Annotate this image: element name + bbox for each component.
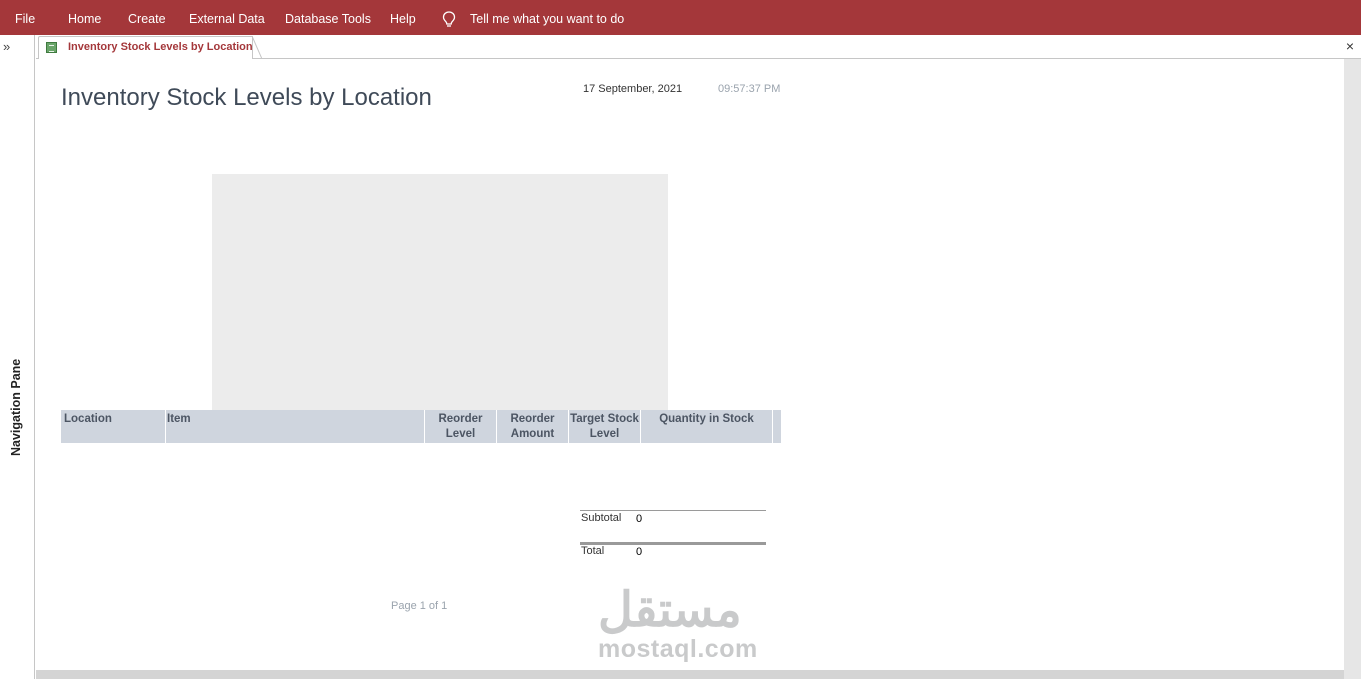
column-header-item: Item xyxy=(166,410,425,443)
menu-external-data[interactable]: External Data xyxy=(189,0,265,35)
total-divider xyxy=(580,542,766,545)
total-value: 0 xyxy=(636,546,643,558)
menu-file[interactable]: File xyxy=(15,0,35,35)
tell-me-box[interactable]: Tell me what you want to do xyxy=(442,0,624,35)
menu-database-tools[interactable]: Database Tools xyxy=(285,0,371,35)
tab-edge xyxy=(252,36,262,59)
tab-label: Inventory Stock Levels by Location xyxy=(68,41,253,53)
report-date: 17 September, 2021 xyxy=(583,83,683,95)
chart-placeholder xyxy=(212,174,668,410)
column-header-row: Location Item Reorder Level Reorder Amou… xyxy=(61,410,781,443)
column-header-quantity-in-stock: Quantity in Stock xyxy=(641,410,773,443)
menu-create[interactable]: Create xyxy=(128,0,166,35)
navigation-pane-label[interactable]: Navigation Pane xyxy=(9,359,23,456)
column-header-target-stock-level: Target Stock Level xyxy=(569,410,641,443)
menu-help[interactable]: Help xyxy=(390,0,416,35)
ribbon-menu-bar: File Home Create External Data Database … xyxy=(0,0,1361,35)
report-icon xyxy=(46,42,57,53)
column-header-reorder-amount: Reorder Amount xyxy=(497,410,569,443)
total-label: Total xyxy=(581,545,605,557)
subtotal-value: 0 xyxy=(636,513,643,525)
horizontal-scrollbar[interactable] xyxy=(36,670,1344,679)
tell-me-text: Tell me what you want to do xyxy=(470,12,625,26)
lightbulb-icon xyxy=(442,11,456,27)
watermark-arabic: مستقل xyxy=(598,584,742,637)
watermark-latin: mostaql.com xyxy=(598,635,758,663)
chevron-double-right-icon[interactable]: » xyxy=(3,39,10,54)
menu-home[interactable]: Home xyxy=(68,0,101,35)
column-header-reorder-level: Reorder Level xyxy=(425,410,497,443)
navigation-pane: » Navigation Pane xyxy=(0,35,35,679)
column-header-location: Location xyxy=(61,410,166,443)
document-tab-strip: Inventory Stock Levels by Location × xyxy=(36,35,1361,59)
vertical-scrollbar[interactable] xyxy=(1344,59,1361,679)
subtotal-label: Subtotal xyxy=(581,512,622,524)
report-time: 09:57:37 PM xyxy=(718,83,781,95)
report-title: Inventory Stock Levels by Location xyxy=(61,84,432,111)
subtotal-divider xyxy=(580,510,766,511)
page-number: Page 1 of 1 xyxy=(391,600,448,612)
close-icon[interactable]: × xyxy=(1346,38,1354,54)
tab-inventory-report[interactable]: Inventory Stock Levels by Location xyxy=(38,36,253,59)
